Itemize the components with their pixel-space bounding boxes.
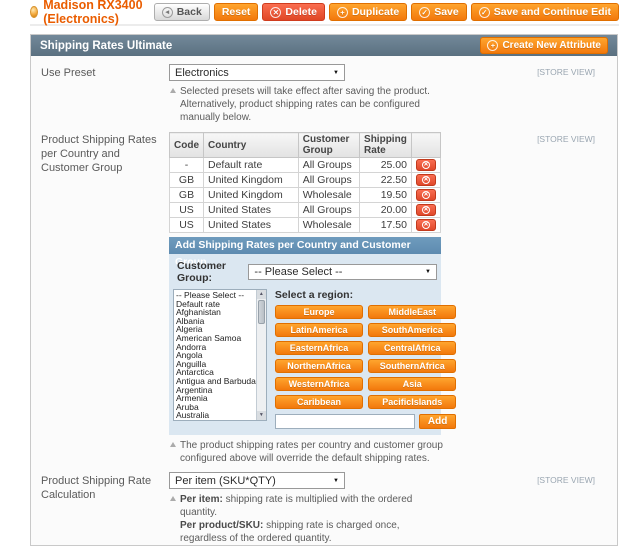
select-region-label: Select a region: [274, 289, 354, 301]
list-item[interactable]: Australia [174, 411, 256, 420]
listbox-scrollbar[interactable]: ▲ ▼ [255, 290, 266, 420]
delete-circle-icon: ✕ [270, 6, 282, 18]
country-listbox[interactable]: -- Please Select -- Default rate Afghani… [173, 289, 267, 421]
delete-x-icon: ✕ [421, 221, 430, 229]
table-row: US United States All Groups 20.00 ✕ [169, 202, 442, 218]
back-arrow-icon: ◄ [161, 6, 173, 18]
page-title-text: Madison RX3400 (Electronics) [43, 0, 143, 26]
rates-override-note: The product shipping rates per country a… [169, 439, 445, 465]
duplicate-button[interactable]: + Duplicate [328, 3, 408, 21]
region-button-latinamerica[interactable]: LatinAmerica [274, 323, 364, 337]
check-circle-icon: ✓ [478, 6, 490, 18]
save-continue-button[interactable]: ✓ Save and Continue Edit [470, 3, 619, 21]
table-row: GB United Kingdom Wholesale 19.50 ✕ [169, 187, 442, 203]
custom-rate-input[interactable] [274, 414, 415, 429]
check-circle-icon: ✓ [419, 6, 431, 18]
delete-rate-button[interactable]: ✕ [415, 189, 436, 201]
store-view-scope: [STORE VIEW] [537, 67, 595, 77]
plus-circle-icon: + [487, 40, 499, 51]
region-button-northernafrica[interactable]: NorthernAfrica [274, 359, 364, 373]
delete-x-icon: ✕ [421, 176, 430, 184]
use-preset-label: Use Preset [41, 67, 96, 79]
note-triangle-icon [170, 496, 176, 501]
table-row: US United States Wholesale 17.50 ✕ [169, 217, 442, 233]
chevron-down-icon: ▼ [425, 269, 431, 275]
shipping-rates-panel: Shipping Rates Ultimate + Create New Att… [30, 34, 618, 546]
note-triangle-icon [170, 88, 176, 93]
section-title: Shipping Rates Ultimate [40, 39, 173, 52]
customer-group-label: Customer Group: [177, 260, 227, 284]
region-button-westernafrica[interactable]: WesternAfrica [274, 377, 364, 391]
delete-x-icon: ✕ [421, 161, 430, 169]
col-country: Country [203, 132, 299, 158]
rate-calculation-row: Product Shipping Rate Calculation Per it… [31, 468, 617, 545]
chevron-down-icon: ▼ [333, 477, 339, 484]
rate-calculation-note: Per item: shipping rate is multiplied wi… [169, 493, 445, 545]
store-view-scope: [STORE VIEW] [537, 475, 595, 485]
region-button-asia[interactable]: Asia [368, 377, 457, 391]
scroll-up-icon[interactable]: ▲ [256, 290, 266, 299]
region-button-southamerica[interactable]: SouthAmerica [368, 323, 457, 337]
delete-x-icon: ✕ [421, 206, 430, 214]
region-button-centralafrica[interactable]: CentralAfrica [368, 341, 457, 355]
page-header: Madison RX3400 (Electronics) ◄ Back Rese… [30, 0, 619, 26]
page-title: Madison RX3400 (Electronics) [30, 0, 154, 26]
region-button-europe[interactable]: Europe [274, 305, 364, 319]
region-button-easternafrica[interactable]: EasternAfrica [274, 341, 364, 355]
back-button[interactable]: ◄ Back [153, 3, 210, 21]
product-icon [30, 6, 39, 18]
use-preset-select[interactable]: Electronics ▼ [169, 64, 345, 81]
col-shipping-rate: Shipping Rate [359, 132, 412, 158]
use-preset-row: Use Preset Electronics ▼ Selected preset… [31, 60, 617, 127]
rate-calculation-select[interactable]: Per item (SKU*QTY) ▼ [169, 472, 345, 489]
delete-rate-button[interactable]: ✕ [415, 174, 436, 186]
product-shipping-rates-row: Product Shipping Rates per Country and C… [31, 127, 617, 468]
save-button[interactable]: ✓ Save [411, 3, 467, 21]
delete-rate-button[interactable]: ✕ [415, 159, 436, 171]
scroll-down-icon[interactable]: ▼ [256, 411, 266, 420]
shipping-rates-table: Code Country Customer Group Shipping Rat… [169, 132, 442, 233]
delete-rate-button[interactable]: ✕ [415, 219, 436, 231]
scrollbar-thumb[interactable] [257, 300, 265, 324]
table-row: GB United Kingdom All Groups 22.50 ✕ [169, 172, 442, 188]
region-button-southernafrica[interactable]: SouthernAfrica [368, 359, 457, 373]
table-header-row: Code Country Customer Group Shipping Rat… [169, 132, 442, 158]
add-box-title: Add Shipping Rates per Country and Custo… [169, 237, 441, 268]
use-preset-note: Selected presets will take effect after … [169, 85, 445, 124]
table-row: - Default rate All Groups 25.00 ✕ [169, 157, 442, 173]
create-new-attribute-button[interactable]: + Create New Attribute [480, 37, 608, 54]
plus-circle-icon: + [336, 6, 348, 18]
region-button-middleeast[interactable]: MiddleEast [368, 305, 457, 319]
store-view-scope: [STORE VIEW] [537, 134, 595, 144]
add-shipping-rates-box: Add Shipping Rates per Country and Custo… [169, 237, 457, 435]
region-button-pacificislands[interactable]: PacificIslands [368, 395, 457, 409]
rate-calculation-label: Product Shipping Rate Calculation [41, 475, 152, 501]
delete-button[interactable]: ✕ Delete [262, 3, 325, 21]
add-rate-button[interactable]: Add [418, 414, 457, 429]
region-button-caribbean[interactable]: Caribbean [274, 395, 364, 409]
delete-x-icon: ✕ [421, 191, 430, 199]
customer-group-select[interactable]: -- Please Select -- ▼ [248, 264, 437, 280]
col-code: Code [169, 132, 204, 158]
note-triangle-icon [170, 442, 176, 447]
delete-rate-button[interactable]: ✕ [415, 204, 436, 216]
section-header: Shipping Rates Ultimate + Create New Att… [31, 35, 617, 56]
header-buttons: ◄ Back Reset ✕ Delete + Duplicate ✓ Save… [153, 3, 619, 21]
col-actions [410, 132, 442, 158]
reset-button[interactable]: Reset [213, 3, 259, 21]
chevron-down-icon: ▼ [333, 69, 339, 76]
product-shipping-rates-label: Product Shipping Rates per Country and C… [41, 134, 157, 174]
col-customer-group: Customer Group [297, 132, 361, 158]
